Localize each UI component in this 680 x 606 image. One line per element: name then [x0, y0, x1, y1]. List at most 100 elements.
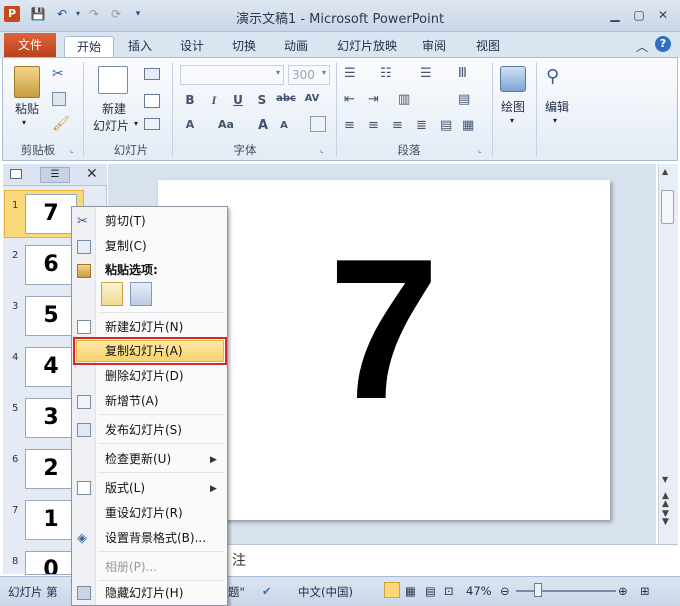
- drawing-dropdown-icon[interactable]: ▾: [510, 116, 514, 125]
- layout-icon[interactable]: [144, 68, 160, 80]
- zoom-slider-track[interactable]: [516, 590, 616, 592]
- increase-indent-icon[interactable]: ⇥: [368, 92, 379, 107]
- justify-icon[interactable]: ≣: [416, 118, 427, 133]
- zoom-out-icon[interactable]: ⊖: [500, 584, 510, 598]
- zoom-level[interactable]: 47%: [466, 584, 492, 598]
- italic-icon[interactable]: I: [206, 93, 222, 108]
- tab-transitions[interactable]: 切换: [224, 36, 264, 58]
- scrollbar-thumb[interactable]: [661, 190, 674, 224]
- columns-icon[interactable]: ▥: [398, 92, 410, 107]
- collapse-ribbon-icon[interactable]: ︿: [636, 38, 648, 55]
- font-launcher-icon[interactable]: ⌞: [320, 145, 324, 154]
- close-pane-icon[interactable]: ✕: [86, 166, 98, 182]
- find-binoculars-icon[interactable]: ⚲: [546, 66, 559, 87]
- menu-item-check-updates[interactable]: 检查更新(U): [105, 449, 171, 469]
- outline-tab-icon[interactable]: ☰: [40, 167, 70, 183]
- menu-item-publish-slides[interactable]: 发布幻灯片(S): [105, 420, 182, 440]
- menu-item-format-background[interactable]: 设置背景格式(B)...: [105, 528, 206, 548]
- slide-thumbnail[interactable]: 1: [25, 500, 77, 540]
- slide-thumbnail[interactable]: 7: [25, 194, 77, 234]
- new-slide-label-2[interactable]: 幻灯片: [88, 117, 134, 134]
- zoom-slider-thumb[interactable]: [534, 583, 542, 597]
- next-slide-icon[interactable]: ▼ ▼: [662, 510, 669, 527]
- restore-icon[interactable]: ▢: [628, 6, 650, 24]
- slide-thumbnail[interactable]: 2: [25, 449, 77, 489]
- menu-item-layout[interactable]: 版式(L): [105, 478, 145, 498]
- paste-keep-format-icon[interactable]: [101, 282, 123, 306]
- new-slide-dropdown-icon[interactable]: ▾: [134, 119, 138, 128]
- reading-view-icon[interactable]: ▤: [425, 584, 436, 598]
- paste-dropdown-icon[interactable]: ▾: [22, 118, 26, 127]
- scroll-down-icon[interactable]: ▼: [662, 475, 668, 484]
- slide-thumbnail[interactable]: 6: [25, 245, 77, 285]
- change-case-icon[interactable]: Aa: [214, 118, 238, 131]
- align-right-icon[interactable]: ≡: [392, 118, 403, 133]
- menu-item-duplicate-slide[interactable]: 复制幻灯片(A): [105, 341, 183, 361]
- strikethrough-icon[interactable]: abc: [276, 93, 296, 104]
- tab-animations[interactable]: 动画: [276, 36, 316, 58]
- char-spacing-icon[interactable]: AV: [302, 93, 322, 104]
- tab-insert[interactable]: 插入: [120, 36, 160, 58]
- paste-button[interactable]: 粘贴: [10, 100, 44, 117]
- tab-home[interactable]: 开始: [64, 36, 114, 58]
- tab-file[interactable]: 文件: [4, 33, 56, 58]
- editing-button[interactable]: 编辑: [538, 98, 576, 115]
- menu-item-cut[interactable]: 剪切(T): [105, 211, 146, 231]
- paste-icon[interactable]: [14, 66, 40, 98]
- shadow-icon[interactable]: S: [254, 93, 270, 107]
- slide-thumbnail[interactable]: 4: [25, 347, 77, 387]
- reset-icon[interactable]: [144, 94, 160, 108]
- language-indicator[interactable]: 中文(中国): [298, 584, 353, 600]
- spell-check-icon[interactable]: ✔: [262, 584, 272, 598]
- copy-icon[interactable]: [52, 92, 66, 106]
- slide-thumbnail[interactable]: 3: [25, 398, 77, 438]
- menu-item-new-slide[interactable]: 新建幻灯片(N): [105, 317, 183, 337]
- editing-dropdown-icon[interactable]: ▾: [553, 116, 557, 125]
- decrease-indent-icon[interactable]: ⇤: [344, 92, 355, 107]
- grow-font-icon[interactable]: A: [254, 118, 272, 133]
- slide-sorter-icon[interactable]: ▦: [405, 584, 416, 598]
- format-painter-icon[interactable]: 🖌: [52, 116, 70, 132]
- align-left-icon[interactable]: ≡: [344, 118, 355, 133]
- scroll-up-icon[interactable]: ▲: [662, 167, 668, 176]
- cut-icon[interactable]: ✂: [52, 66, 64, 82]
- tab-slideshow[interactable]: 幻灯片放映: [332, 36, 402, 58]
- help-icon[interactable]: ?: [655, 36, 671, 52]
- slideshow-view-icon[interactable]: ⊡: [444, 584, 454, 598]
- zoom-in-icon[interactable]: ⊕: [618, 584, 628, 598]
- tab-review[interactable]: 审阅: [414, 36, 454, 58]
- normal-view-icon[interactable]: [384, 582, 400, 598]
- slides-tab-icon[interactable]: [10, 169, 22, 179]
- tab-view[interactable]: 视图: [468, 36, 508, 58]
- paste-picture-icon[interactable]: [130, 282, 152, 306]
- tab-design[interactable]: 设计: [172, 36, 212, 58]
- close-icon[interactable]: ✕: [652, 6, 674, 24]
- font-color-icon[interactable]: [310, 116, 326, 132]
- new-slide-label-1[interactable]: 新建: [94, 100, 134, 117]
- distribute-icon[interactable]: ▤: [440, 118, 452, 133]
- bold-icon[interactable]: B: [182, 93, 198, 107]
- drawing-button[interactable]: 绘图: [494, 98, 532, 115]
- text-direction-icon[interactable]: Ⅲ: [458, 66, 467, 81]
- slide-thumbnail[interactable]: 5: [25, 296, 77, 336]
- shrink-font-icon[interactable]: A: [276, 120, 292, 131]
- clear-format-icon[interactable]: A: [182, 118, 198, 131]
- fit-to-window-icon[interactable]: ⊞: [640, 584, 650, 598]
- underline-icon[interactable]: U: [230, 93, 246, 107]
- numbering-icon[interactable]: ☷: [380, 66, 392, 81]
- font-name-box[interactable]: [180, 65, 284, 85]
- previous-slide-icon[interactable]: ▲ ▲: [662, 492, 669, 509]
- new-slide-icon[interactable]: [98, 66, 128, 94]
- menu-item-delete-slide[interactable]: 删除幻灯片(D): [105, 366, 184, 386]
- menu-item-reset-slide[interactable]: 重设幻灯片(R): [105, 503, 183, 523]
- align-text-icon[interactable]: ▤: [458, 92, 470, 107]
- slide-thumbnail[interactable]: 0: [25, 551, 77, 575]
- minimize-icon[interactable]: ▁: [604, 6, 626, 24]
- menu-item-hide-slide[interactable]: 隐藏幻灯片(H): [105, 583, 183, 603]
- paragraph-launcher-icon[interactable]: ⌞: [478, 145, 482, 154]
- section-icon[interactable]: [144, 118, 160, 130]
- drawing-icon[interactable]: [500, 66, 526, 92]
- bullets-icon[interactable]: ☰: [344, 66, 359, 81]
- font-size-dropdown-icon[interactable]: ▾: [322, 68, 326, 77]
- smartart-icon[interactable]: ▦: [462, 118, 474, 133]
